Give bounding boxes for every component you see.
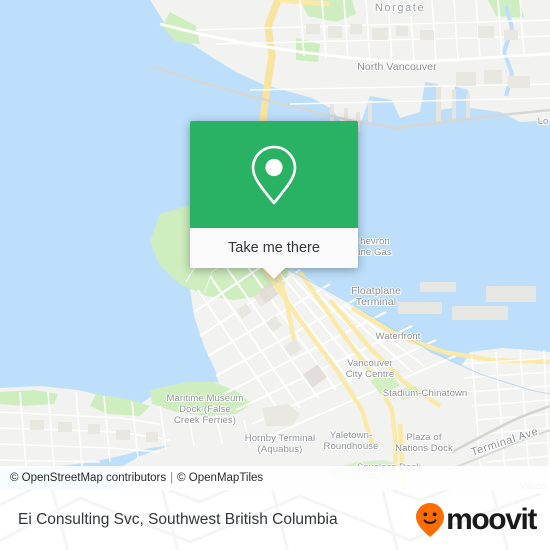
take-me-there-button[interactable]: Take me there	[190, 228, 358, 268]
page-title: Ei Consulting Svc, Southwest British Col…	[18, 511, 338, 528]
moovit-wordmark: moovit	[446, 503, 537, 536]
popup-pointer	[263, 268, 285, 279]
map-attribution: © OpenStreetMap contributors | © OpenMap…	[0, 466, 550, 490]
location-popup[interactable]: Take me there	[190, 121, 358, 279]
map-page: Norgate North Vancouver Lo hevron ine Gas Fl…	[0, 0, 550, 550]
popup-header	[190, 121, 358, 228]
attribution-tiles-link[interactable]: © OpenMapTiles	[177, 472, 263, 484]
attribution-osm-link[interactable]: © OpenStreetMap contributors	[10, 472, 166, 484]
map-pin-icon	[251, 145, 297, 204]
moovit-smiley-pin-icon	[416, 503, 445, 537]
attribution-separator: |	[170, 472, 174, 484]
moovit-logo[interactable]: moovit	[415, 502, 537, 538]
page-footer: Ei Consulting Svc, Southwest British Col…	[0, 490, 550, 550]
take-me-there-label: Take me there	[228, 240, 320, 256]
map-canvas[interactable]: Norgate North Vancouver Lo hevron ine Gas Fl…	[0, 0, 550, 490]
